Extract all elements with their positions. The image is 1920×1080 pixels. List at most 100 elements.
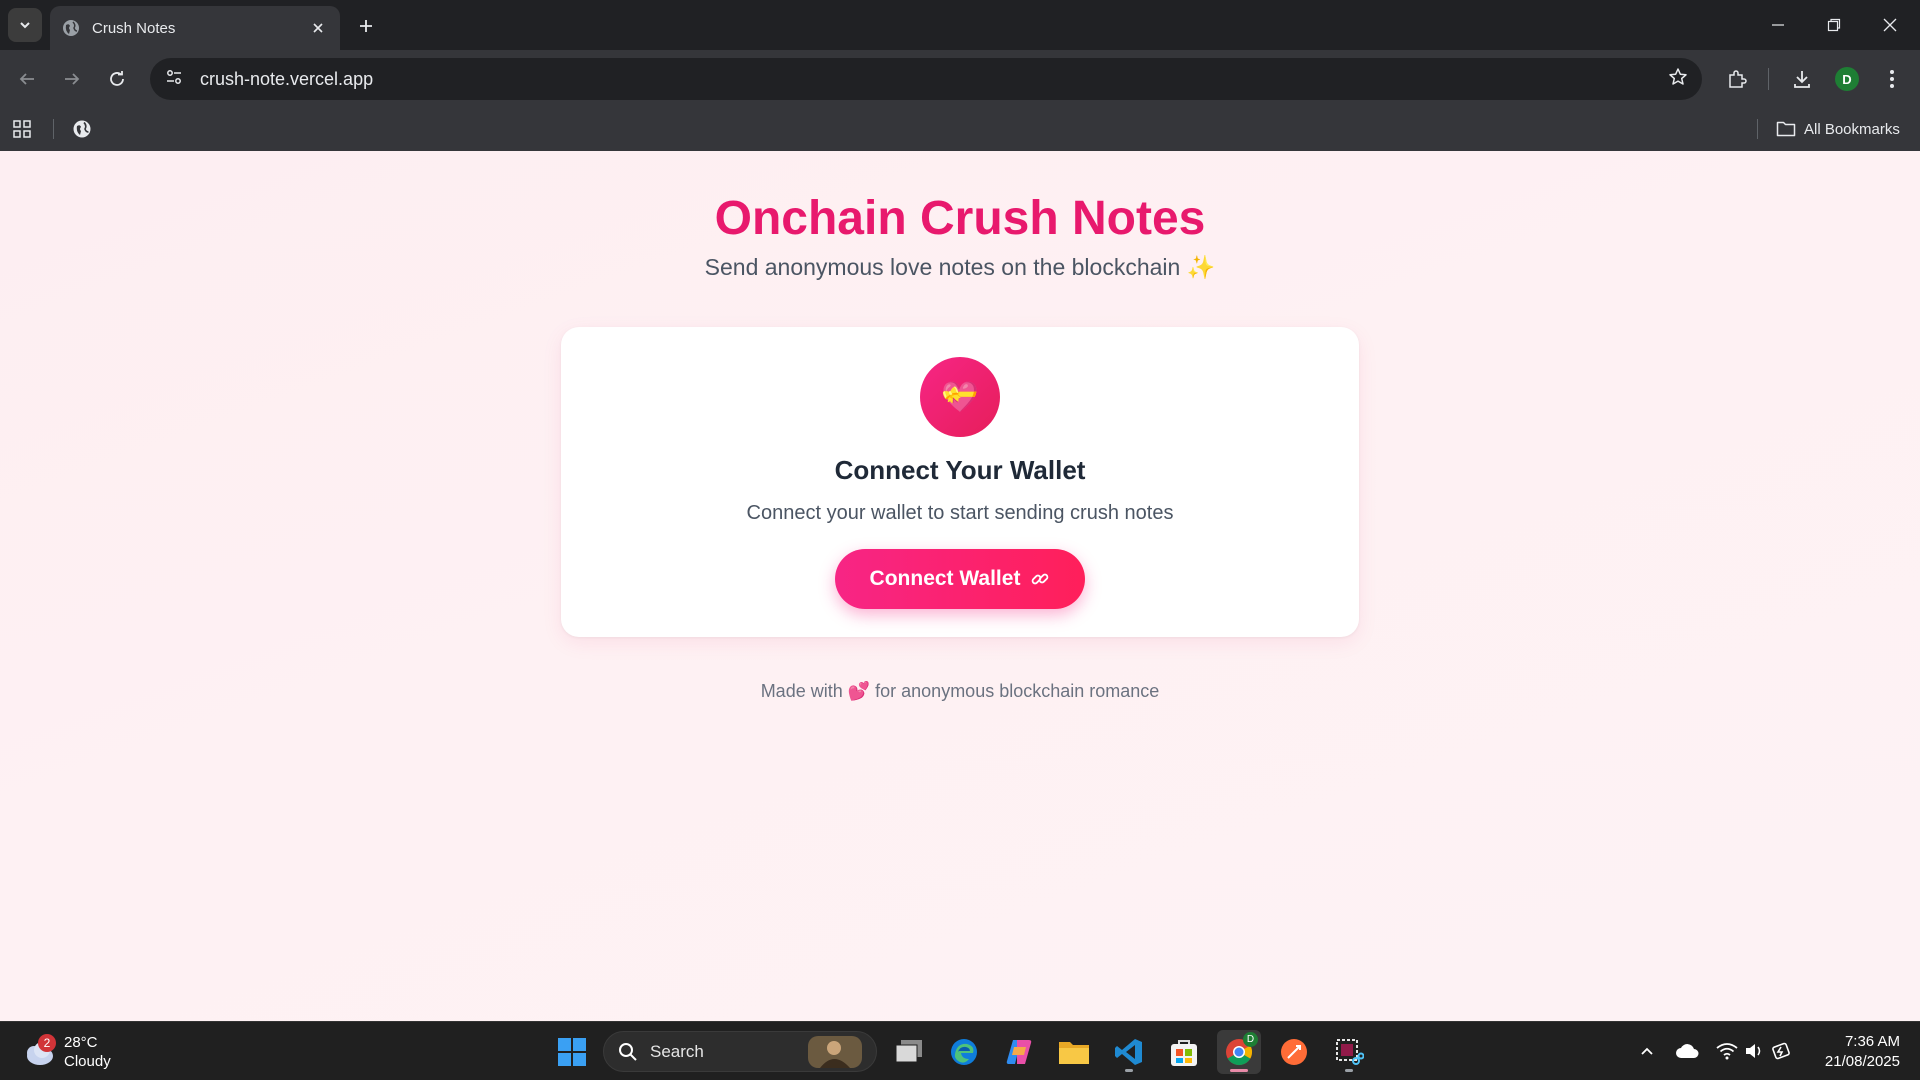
puzzle-icon — [1729, 70, 1747, 88]
weather-temp: 28°C — [64, 1034, 98, 1051]
heart-gift-emoji: 💝 — [941, 380, 979, 414]
battery-charging-icon — [1772, 1042, 1790, 1060]
snipping-tool-icon — [1336, 1039, 1364, 1065]
bookmark-star-icon[interactable] — [1668, 67, 1688, 92]
windows-logo-icon — [558, 1038, 586, 1066]
folder-icon — [1776, 121, 1796, 137]
taskbar-search[interactable]: Search — [603, 1031, 877, 1072]
start-button[interactable] — [550, 1030, 594, 1074]
active-indicator — [1230, 1069, 1248, 1072]
all-bookmarks-label: All Bookmarks — [1804, 120, 1900, 138]
page-footer: Made with 💕 for anonymous blockchain rom… — [760, 681, 1160, 701]
taskbar-vscode[interactable] — [1107, 1030, 1151, 1074]
tab-search-button[interactable] — [8, 8, 42, 42]
reload-button[interactable] — [100, 62, 134, 96]
windows-taskbar: 2 28°C Cloudy Search D 7:36 AM 21/08/202… — [0, 1021, 1920, 1080]
page-subtitle: Send anonymous love notes on the blockch… — [704, 254, 1216, 280]
address-bar[interactable]: crush-note.vercel.app — [150, 58, 1702, 100]
weather-desc: Cloudy — [64, 1053, 111, 1070]
taskbar-search-label: Search — [650, 1041, 704, 1061]
chevron-up-icon — [1641, 1047, 1653, 1055]
tab-crush-notes[interactable]: Crush Notes — [50, 6, 340, 50]
speaker-icon — [1746, 1044, 1761, 1058]
battery-tray[interactable] — [1766, 1036, 1796, 1066]
page-title: Onchain Crush Notes — [714, 192, 1206, 245]
bookmarks-divider-right — [1757, 119, 1758, 139]
chrome-profile-badge: D — [1243, 1032, 1258, 1047]
menu-button[interactable] — [1875, 62, 1909, 96]
edge-icon — [951, 1039, 977, 1065]
arrow-left-icon — [19, 73, 34, 85]
bookmark-globe[interactable] — [72, 114, 92, 144]
vscode-icon — [1115, 1039, 1142, 1065]
close-icon — [1883, 18, 1897, 32]
taskbar-postman[interactable] — [1272, 1030, 1316, 1074]
taskbar-edge[interactable] — [942, 1030, 986, 1074]
cloud-icon — [1676, 1044, 1699, 1058]
card-title: Connect Your Wallet — [834, 455, 1086, 485]
task-view-icon — [895, 1040, 922, 1063]
apps-grid-icon — [13, 120, 31, 138]
weather-badge: 2 — [38, 1034, 56, 1052]
apps-button[interactable] — [12, 114, 32, 144]
close-tab-icon[interactable] — [308, 18, 328, 38]
heart-gift-icon: 💝 — [920, 357, 1000, 437]
connect-wallet-card: 💝 Connect Your Wallet Connect your walle… — [561, 327, 1359, 637]
reload-icon — [110, 71, 124, 86]
minimize-button[interactable] — [1750, 0, 1806, 50]
plus-icon — [360, 20, 372, 32]
connect-wallet-button[interactable]: Connect Wallet — [835, 549, 1085, 609]
bookmarks-divider — [53, 119, 54, 139]
onedrive-tray[interactable] — [1672, 1036, 1702, 1066]
search-highlight-image-icon — [808, 1035, 862, 1068]
toolbar-divider — [1768, 68, 1769, 90]
folder-icon — [1059, 1042, 1089, 1064]
more-vertical-icon — [1890, 70, 1894, 88]
postman-icon — [1281, 1039, 1307, 1065]
new-tab-button[interactable] — [352, 12, 380, 40]
running-indicator — [1125, 1069, 1133, 1072]
download-icon — [1794, 71, 1810, 88]
taskbar-file-explorer[interactable] — [1052, 1030, 1096, 1074]
profile-button[interactable]: D — [1830, 62, 1864, 96]
minimize-icon — [1772, 24, 1784, 26]
tab-title: Crush Notes — [92, 19, 176, 37]
link-icon — [1030, 569, 1050, 589]
restore-icon — [1827, 18, 1841, 32]
avatar: D — [1835, 67, 1859, 91]
card-description: Connect your wallet to start sending cru… — [746, 502, 1174, 524]
back-button[interactable] — [10, 62, 44, 96]
cloud-icon: 2 — [18, 1034, 58, 1070]
taskbar-snipping-tool[interactable] — [1327, 1030, 1371, 1074]
taskbar-copilot[interactable] — [997, 1030, 1041, 1074]
arrow-right-icon — [65, 73, 80, 85]
taskbar-store[interactable] — [1162, 1030, 1206, 1074]
restore-button[interactable] — [1806, 0, 1862, 50]
close-window-button[interactable] — [1862, 0, 1918, 50]
clock-date: 21/08/2025 — [1824, 1053, 1900, 1070]
volume-tray[interactable] — [1739, 1036, 1769, 1066]
taskbar-chrome[interactable]: D — [1217, 1030, 1261, 1074]
wifi-tray[interactable] — [1712, 1036, 1742, 1066]
url-text[interactable]: crush-note.vercel.app — [200, 69, 1668, 90]
weather-widget[interactable]: 2 28°C Cloudy — [18, 1030, 111, 1074]
search-icon — [619, 1042, 637, 1061]
clock-time: 7:36 AM — [1844, 1033, 1900, 1050]
site-info-icon[interactable] — [164, 67, 184, 92]
forward-button[interactable] — [55, 62, 89, 96]
globe-icon — [73, 120, 91, 138]
connect-wallet-label: Connect Wallet — [869, 567, 1021, 590]
copilot-icon — [1006, 1040, 1032, 1064]
browser-tabstrip: Crush Notes — [0, 0, 1920, 50]
bookmarks-bar: All Bookmarks — [0, 108, 1920, 151]
show-hidden-icons-button[interactable] — [1632, 1036, 1662, 1066]
extensions-button[interactable] — [1720, 62, 1754, 96]
downloads-button[interactable] — [1785, 62, 1819, 96]
all-bookmarks-button[interactable]: All Bookmarks — [1776, 114, 1900, 144]
running-indicator — [1345, 1069, 1353, 1072]
task-view-button[interactable] — [887, 1030, 931, 1074]
wifi-icon — [1716, 1043, 1738, 1060]
chevron-down-icon — [20, 22, 30, 29]
taskbar-clock[interactable]: 7:36 AM 21/08/2025 — [1800, 1032, 1900, 1072]
globe-icon — [62, 19, 80, 37]
